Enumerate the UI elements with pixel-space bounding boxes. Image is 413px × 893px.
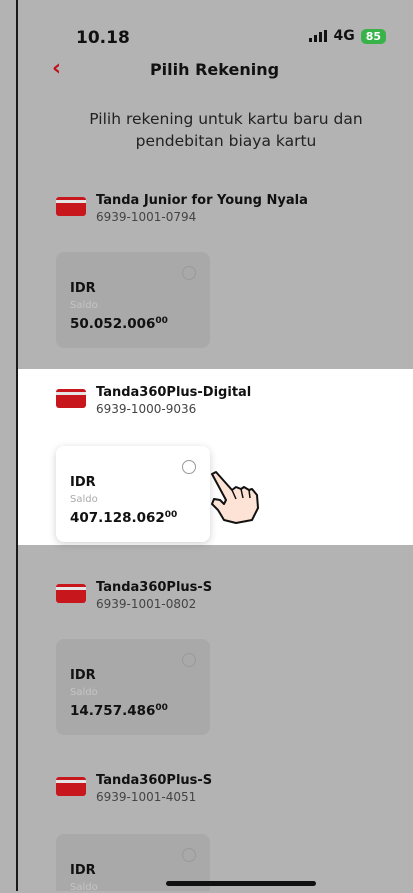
account-number: 6939-1001-4051 [96, 790, 197, 804]
network-status: 4G 85 [309, 28, 386, 44]
account-name: Tanda360Plus-S [96, 580, 213, 595]
currency-label: IDR [70, 668, 96, 683]
account-name: Tanda360Plus-S [96, 773, 213, 788]
status-time: 10.18 [76, 28, 130, 48]
balance-value: 407.128.06200 [70, 510, 178, 526]
radio-button[interactable] [182, 653, 196, 667]
radio-button[interactable] [182, 460, 196, 474]
balance-label: Saldo [70, 494, 98, 505]
balance-label: Saldo [70, 687, 98, 698]
radio-button[interactable] [182, 266, 196, 280]
card-icon [56, 584, 86, 603]
account-name: Tanda Junior for Young Nyala [96, 193, 308, 208]
account-number: 6939-1001-0802 [96, 597, 197, 611]
card-icon [56, 197, 86, 216]
nav-header: Pilih Rekening ‹ [16, 56, 413, 84]
account-number: 6939-1000-9036 [96, 402, 197, 416]
balance-label: Saldo [70, 882, 98, 893]
currency-label: IDR [70, 863, 96, 878]
status-bar: 10.18 4G 85 [76, 28, 396, 50]
balance-value: 14.757.48600 [70, 703, 168, 719]
app-screen: 10.18 4G 85 Pilih Rekening ‹ Pilih reken… [16, 0, 413, 893]
account-number: 6939-1001-0794 [96, 210, 197, 224]
battery-icon: 85 [360, 28, 386, 44]
home-indicator[interactable] [166, 881, 316, 886]
card-icon [56, 777, 86, 796]
balance-card[interactable]: IDR Saldo 50.052.00600 [56, 252, 210, 348]
currency-label: IDR [70, 475, 96, 490]
card-icon [56, 389, 86, 408]
signal-icon [309, 30, 328, 42]
back-chevron-icon[interactable]: ‹ [52, 56, 61, 81]
page-title: Pilih Rekening [149, 60, 280, 79]
radio-button[interactable] [182, 848, 196, 862]
currency-label: IDR [70, 281, 96, 296]
page-subtitle: Pilih rekening untuk kartu baru dan pend… [89, 110, 363, 150]
balance-card-highlighted[interactable]: IDR Saldo 407.128.06200 [56, 446, 210, 542]
network-label: 4G [333, 28, 355, 44]
balance-label: Saldo [70, 300, 98, 311]
account-name: Tanda360Plus-Digital [96, 385, 252, 400]
balance-card[interactable]: IDR Saldo 14.757.48600 [56, 639, 210, 735]
tap-hand-icon [211, 471, 259, 524]
balance-value: 50.052.00600 [70, 316, 168, 332]
